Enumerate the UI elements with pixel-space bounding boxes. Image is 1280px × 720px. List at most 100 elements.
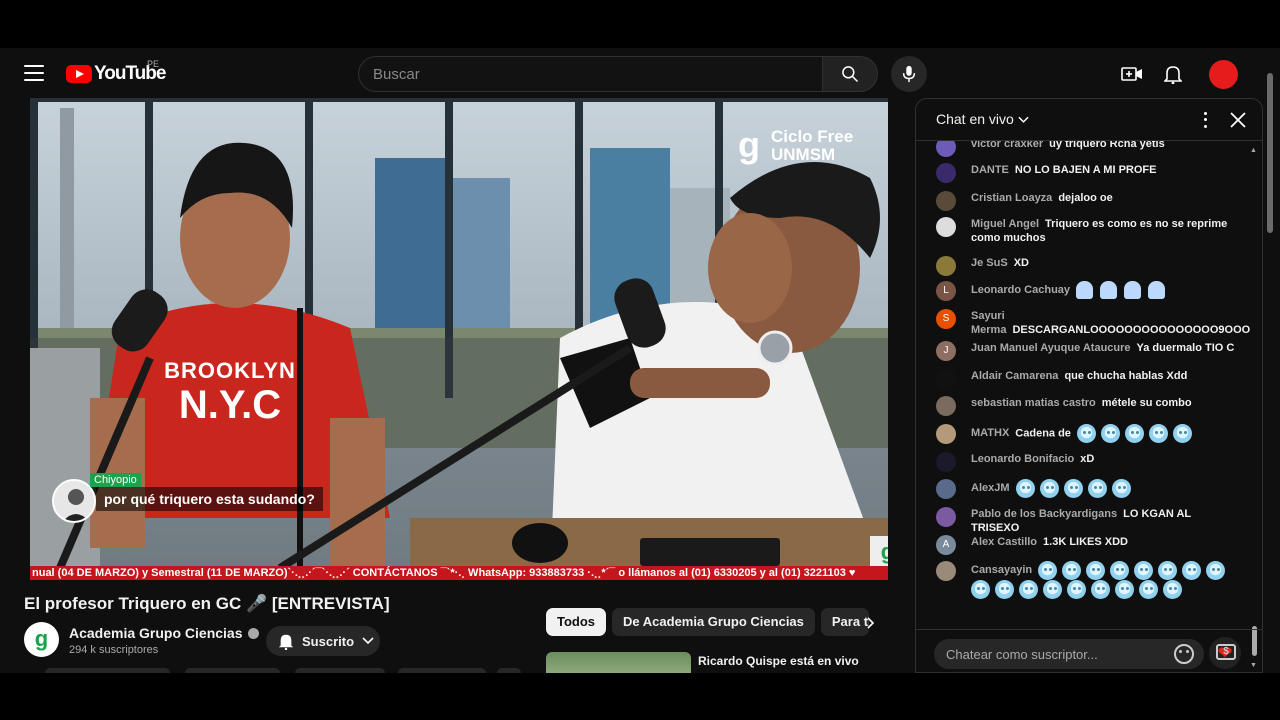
chat-author-avatar[interactable]	[936, 396, 956, 416]
chat-author-name[interactable]: Je SuS	[971, 257, 1008, 269]
chat-author-name[interactable]: Pablo de los Backyardigans	[971, 508, 1117, 520]
chat-author-name[interactable]: MATHX	[971, 427, 1009, 439]
chat-emoji-group	[1076, 281, 1172, 299]
ghost-emoji-icon	[1148, 281, 1166, 299]
chat-message: A Alex Castillo 1.3K LIKES XDD	[936, 535, 1236, 555]
chat-author-name[interactable]: Aldair Camarena	[971, 370, 1058, 382]
channel-name: Academia Grupo Ciencias	[69, 625, 243, 641]
page-scrollbar[interactable]	[1265, 68, 1275, 673]
chat-author-avatar[interactable]: L	[936, 281, 956, 301]
chat-message: Cansayayin	[936, 561, 1236, 599]
recommended-video-thumbnail[interactable]	[546, 652, 691, 673]
chip-from-channel[interactable]: De Academia Grupo Ciencias	[612, 608, 815, 636]
chat-author-name[interactable]: victor craxker	[971, 141, 1043, 150]
voice-search-button[interactable]	[891, 56, 927, 92]
chat-message-text: que chucha hablas Xdd	[1064, 370, 1188, 382]
chat-author-avatar[interactable]	[936, 163, 956, 183]
chat-message: Miguel Angel Triquero es como es no se re…	[936, 217, 1236, 245]
action-button-placeholder[interactable]	[398, 668, 486, 673]
frost-emoji-icon	[1206, 561, 1226, 580]
chat-author-name[interactable]: Miguel Angel	[971, 218, 1039, 230]
shirt-text-top: BROOKLYN	[164, 358, 296, 383]
chat-scroll-up-icon[interactable]: ▲	[1250, 147, 1257, 154]
chip-all[interactable]: Todos	[546, 608, 607, 636]
chat-author-avatar[interactable]	[936, 141, 956, 157]
subscriber-count: 294 k suscriptores	[69, 644, 159, 656]
chat-message-body: sebastian matias castro métele su combo	[971, 396, 1236, 410]
channel-avatar[interactable]: g	[24, 622, 59, 657]
chat-message-body: Miguel Angel Triquero es como es no se re…	[971, 217, 1236, 245]
chat-author-name[interactable]: Leonardo Cachuay	[971, 284, 1070, 296]
close-icon[interactable]	[1228, 110, 1248, 130]
chat-message: victor craxker uy triquero Rcha yetis	[936, 141, 1236, 157]
action-button-placeholder[interactable]	[45, 668, 170, 673]
chat-author-avatar[interactable]: J	[936, 341, 956, 361]
recommended-video-title[interactable]: Ricardo Quispe está en vivo	[698, 654, 859, 668]
search-button[interactable]	[822, 56, 878, 92]
chat-author-avatar[interactable]	[936, 369, 956, 389]
menu-icon[interactable]	[24, 65, 44, 81]
action-button-placeholder[interactable]	[295, 668, 385, 673]
chat-message-text: XD	[1013, 257, 1029, 269]
chat-author-avatar[interactable]	[936, 424, 956, 444]
account-avatar[interactable]	[1209, 60, 1238, 89]
frost-emoji-icon	[1111, 479, 1131, 498]
notifications-button[interactable]	[1160, 61, 1186, 87]
frost-emoji-icon	[1100, 424, 1120, 443]
chat-message-text: Ya duermalo TIO C	[1136, 342, 1235, 354]
chat-author-name[interactable]: sebastian matias castro	[971, 397, 1096, 409]
chat-author-name[interactable]: Sayuri Merma	[971, 310, 1006, 336]
create-button[interactable]	[1119, 61, 1145, 87]
super-chat-icon[interactable]: $	[1216, 644, 1236, 660]
chat-author-name[interactable]: Cristian Loayza	[971, 192, 1052, 204]
chat-message-body: Cansayayin	[971, 561, 1236, 599]
create-video-icon	[1121, 67, 1142, 81]
action-button-placeholder[interactable]	[497, 668, 521, 673]
subscribed-label: Suscrito	[302, 633, 355, 649]
chat-mode-selector[interactable]: Chat en vivo	[936, 111, 1029, 127]
chat-message-text: uy triquero Rcha yetis	[1049, 141, 1165, 150]
chat-message: Pablo de los Backyardigans LO KGAN AL TRI…	[936, 507, 1236, 535]
frost-emoji-icon	[1091, 580, 1110, 599]
chat-author-avatar[interactable]: A	[936, 535, 956, 555]
chat-author-avatar[interactable]	[936, 191, 956, 211]
chat-author-name[interactable]: Alex Castillo	[971, 536, 1037, 548]
watermark-line1: Ciclo Free	[771, 127, 854, 146]
chat-author-name[interactable]: Juan Manuel Ayuque Ataucure	[971, 342, 1131, 354]
frost-emoji-icon	[971, 580, 990, 599]
chat-message-body: MATHX Cadena de	[971, 424, 1236, 443]
chat-author-avatar[interactable]	[936, 256, 956, 276]
action-button-placeholder[interactable]	[185, 668, 280, 673]
chat-author-name[interactable]: AlexJM	[971, 482, 1010, 494]
chat-input[interactable]	[934, 639, 1204, 669]
frost-emoji-icon	[1134, 561, 1154, 580]
chat-author-name[interactable]: Cansayayin	[971, 564, 1032, 576]
chat-author-avatar[interactable]	[936, 452, 956, 472]
video-player[interactable]: BROOKLYN N.Y.C g Ciclo Free UNMSM Chiyop…	[30, 98, 888, 580]
chat-author-name[interactable]: Leonardo Bonifacio	[971, 453, 1074, 465]
emoji-picker-icon[interactable]	[1174, 644, 1194, 664]
page-scrollbar-thumb[interactable]	[1267, 73, 1273, 233]
frost-emoji-icon	[1062, 561, 1082, 580]
subscribed-button[interactable]: Suscrito	[266, 626, 380, 656]
frost-emoji-icon	[1039, 479, 1059, 498]
chat-author-avatar[interactable]	[936, 507, 956, 527]
verified-badge-icon	[247, 628, 259, 639]
more-options-icon[interactable]	[1198, 110, 1212, 130]
chat-author-avatar[interactable]	[936, 479, 956, 499]
chat-author-avatar[interactable]	[936, 217, 956, 237]
chat-author-avatar[interactable]: S	[936, 309, 956, 329]
frost-emoji-icon	[1115, 580, 1134, 599]
chat-message-body: Juan Manuel Ayuque Ataucure Ya duermalo T…	[971, 341, 1236, 355]
chips-next-button[interactable]	[857, 609, 885, 637]
search-input[interactable]	[359, 57, 823, 91]
channel-name-link[interactable]: Academia Grupo Ciencias	[69, 625, 259, 641]
chat-author-name[interactable]: DANTE	[971, 164, 1009, 176]
masthead: YouTube PE	[0, 48, 1265, 100]
chat-message: sebastian matias castro métele su combo	[936, 396, 1236, 416]
chat-message: DANTE NO LO BAJEN A MI PROFE	[936, 163, 1236, 183]
chat-author-avatar[interactable]	[936, 561, 956, 581]
chat-message: Leonardo Bonifacio xD	[936, 452, 1236, 472]
related-filter-chips: Todos De Academia Grupo Ciencias Para ti	[546, 608, 875, 636]
chat-message-text: NO LO BAJEN A MI PROFE	[1014, 164, 1157, 176]
